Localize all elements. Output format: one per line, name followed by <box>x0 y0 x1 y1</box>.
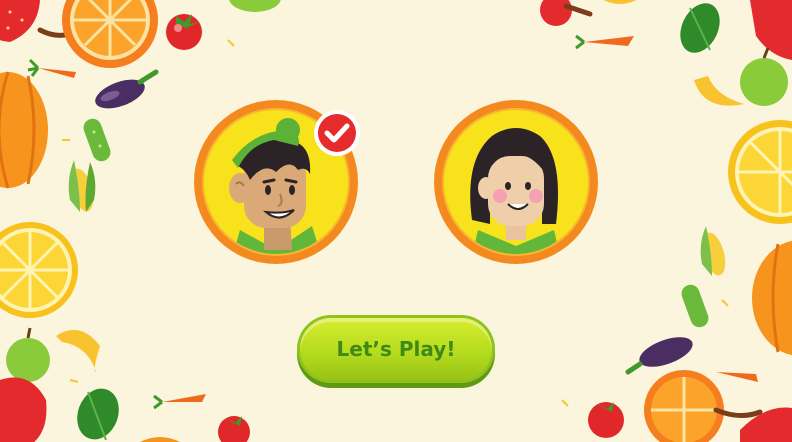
spinach-leaf-icon <box>77 388 119 441</box>
girl-avatar-button[interactable] <box>434 100 598 264</box>
eggplant-icon <box>95 69 159 109</box>
cucumber-icon <box>83 118 111 162</box>
boy-avatar-button[interactable] <box>194 100 360 264</box>
lets-play-label: Let’s Play! <box>336 337 456 361</box>
girl-avatar-icon <box>434 100 598 264</box>
strawberry-icon <box>0 0 73 42</box>
game-stage: Let’s Play! <box>0 0 792 442</box>
carrot-icon <box>27 58 76 78</box>
pumpkin-icon <box>0 71 48 189</box>
orange-slice-icon <box>62 0 158 68</box>
corn-icon <box>68 160 96 212</box>
lets-play-button[interactable]: Let’s Play! <box>300 318 492 380</box>
apple-icon <box>6 327 50 382</box>
checkmark-icon <box>314 110 360 156</box>
tomato-icon <box>166 14 202 50</box>
lemon-slice-icon <box>0 222 78 318</box>
